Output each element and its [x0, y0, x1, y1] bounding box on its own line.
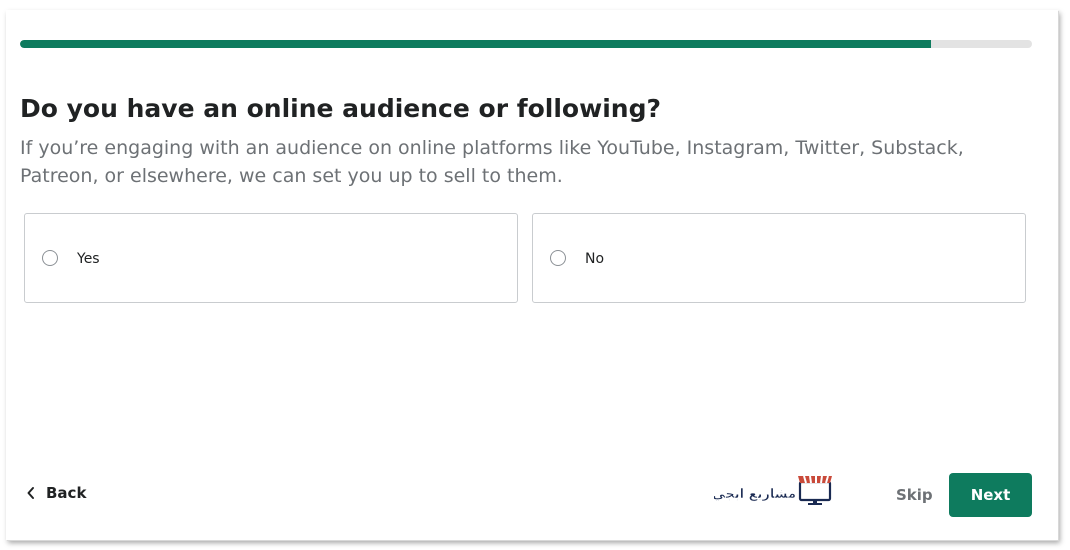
storefront-monitor-icon	[798, 475, 832, 505]
question-subtitle: If you’re engaging with an audience on o…	[20, 137, 964, 187]
progress-bar-fill	[20, 40, 931, 48]
option-yes-label: Yes	[77, 251, 100, 267]
option-no-label: No	[585, 251, 605, 267]
option-yes[interactable]: Yes	[24, 213, 518, 303]
chevron-left-icon	[27, 487, 34, 499]
question-title: Do you have an online audience or follow…	[20, 94, 661, 123]
back-label: Back	[46, 484, 87, 502]
skip-button[interactable]: Skip	[896, 486, 933, 504]
radio-yes[interactable]	[42, 250, 58, 266]
progress-bar	[20, 40, 1032, 48]
watermark-text: مشاريع ابجي	[714, 487, 796, 502]
onboarding-card: Do you have an online audience or follow…	[6, 10, 1058, 540]
option-no[interactable]: No	[532, 213, 1026, 303]
next-button[interactable]: Next	[949, 473, 1032, 517]
back-button[interactable]: Back	[26, 481, 86, 505]
watermark-logo: مشاريع ابجي	[714, 475, 832, 505]
radio-no[interactable]	[550, 250, 566, 266]
